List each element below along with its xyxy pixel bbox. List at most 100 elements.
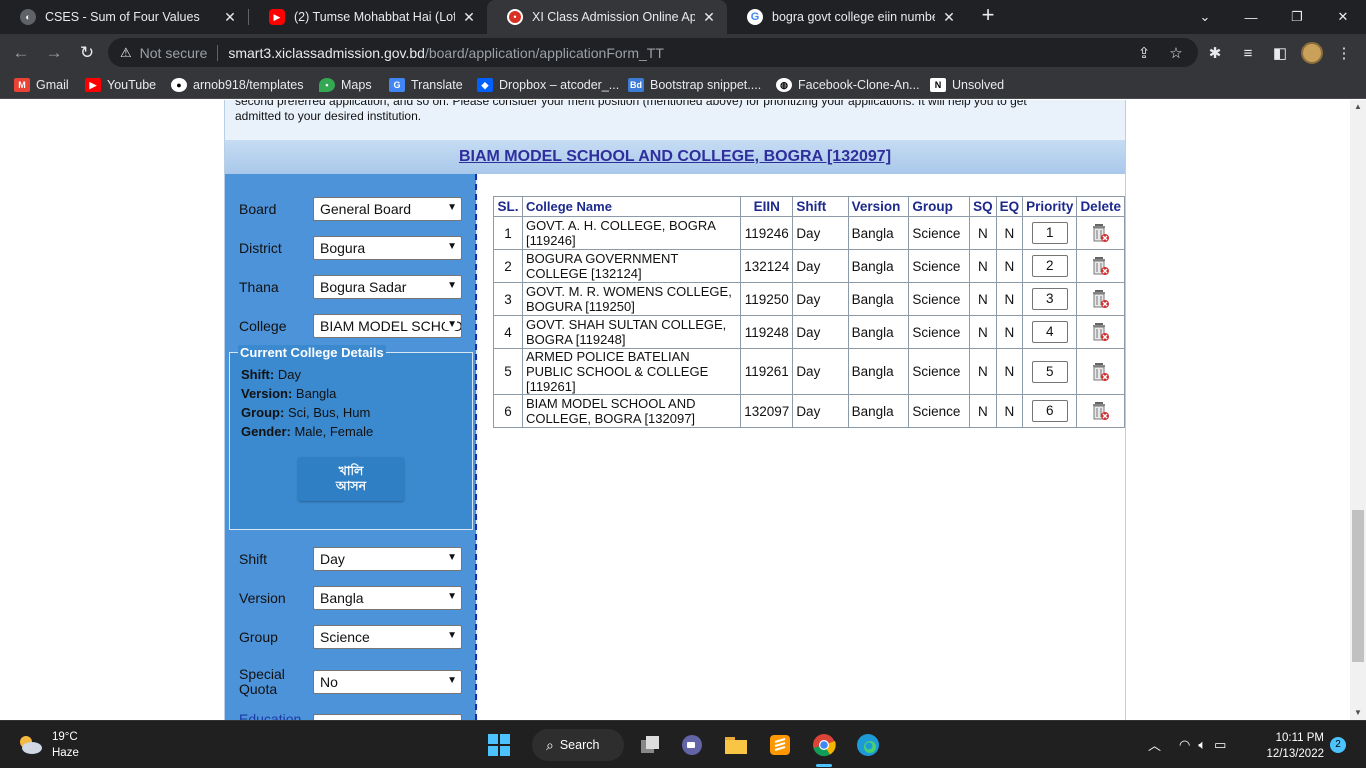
education-label: Education <box>239 710 302 720</box>
close-tab-icon[interactable]: ✕ <box>222 9 238 26</box>
bookmark-maps[interactable]: • Maps <box>319 76 372 94</box>
delete-trash-icon[interactable] <box>1092 223 1110 243</box>
thana-select[interactable]: Bogura Sadar ▼ <box>313 275 462 299</box>
weather-haze-icon <box>20 736 42 754</box>
chrome-logo-icon <box>813 734 836 757</box>
task-view-icon[interactable] <box>634 729 666 761</box>
college-value: BIAM MODEL SCHOOL <box>320 318 462 334</box>
version-select[interactable]: Bangla ▼ <box>313 586 462 610</box>
security-status[interactable]: Not secure <box>140 45 208 61</box>
close-window-icon[interactable]: ✕ <box>1320 0 1366 34</box>
tab-cses[interactable]: ◐ CSES - Sum of Four Values ✕ <box>0 0 248 34</box>
volume-icon[interactable]: 🔈︎ <box>1198 737 1206 753</box>
tab-search-chevron-icon[interactable]: ⌄ <box>1182 0 1228 34</box>
bookmark-translate[interactable]: G Translate <box>389 76 463 94</box>
bookmark-star-icon[interactable]: ☆ <box>1165 42 1187 64</box>
district-select[interactable]: Bogura ▼ <box>313 236 462 260</box>
back-icon[interactable]: ← <box>8 40 34 66</box>
windows-taskbar: 19°C Haze ⌕ Search ︿ ◠ 🔈︎ ▭ 10:11 PM 12/… <box>0 720 1366 768</box>
cell-shift: Day <box>792 315 849 349</box>
bookmark-label: Facebook-Clone-An... <box>798 78 920 92</box>
cell-sl: 1 <box>493 216 523 250</box>
priority-input[interactable]: 3 <box>1031 288 1068 310</box>
minimize-icon[interactable]: — <box>1228 0 1274 34</box>
new-tab-icon[interactable]: + <box>976 4 1000 28</box>
weather-widget[interactable]: 19°C Haze <box>16 729 79 761</box>
gmail-icon: M <box>14 78 30 92</box>
special-quota-select[interactable]: No ▼ <box>313 670 462 694</box>
chevron-up-icon[interactable]: ︿ <box>1148 735 1161 754</box>
edge-icon[interactable] <box>852 729 884 761</box>
scroll-down-icon[interactable]: ▼ <box>1350 706 1366 720</box>
cell-version: Bangla <box>847 315 910 349</box>
battery-icon[interactable]: ▭ <box>1214 737 1226 753</box>
table-row: 1 GOVT. A. H. COLLEGE, BOGRA [119246] 1192… <box>493 216 1125 250</box>
shift-select[interactable]: Day ▼ <box>313 547 462 571</box>
scrollbar-thumb[interactable] <box>1352 510 1364 662</box>
board-value: General Board <box>320 201 412 217</box>
group-select[interactable]: Science ▼ <box>313 625 462 649</box>
delete-trash-icon[interactable] <box>1092 322 1110 342</box>
page-scrollbar[interactable]: ▲ ▼ <box>1350 100 1366 720</box>
chat-icon[interactable] <box>676 729 708 761</box>
delete-trash-icon[interactable] <box>1092 401 1110 421</box>
special-quota-value: No <box>320 674 338 690</box>
college-select[interactable]: BIAM MODEL SCHOOL ▼ <box>313 314 462 338</box>
priority-input[interactable]: 2 <box>1031 255 1068 277</box>
cell-delete <box>1076 348 1125 395</box>
close-tab-icon[interactable]: ✕ <box>461 9 477 26</box>
selected-college-link[interactable]: BIAM MODEL SCHOOL AND COLLEGE, BOGRA [13… <box>459 148 891 166</box>
vacant-seat-button[interactable]: খালি আসন <box>298 457 404 501</box>
tab-google-search[interactable]: G bogra govt college eiin number - ✕ <box>727 0 967 34</box>
restore-icon[interactable]: ❐ <box>1274 0 1320 34</box>
profile-avatar[interactable] <box>1301 42 1323 64</box>
reload-icon[interactable]: ↻ <box>74 40 100 66</box>
bookmark-github[interactable]: ● arnob918/templates <box>171 76 304 94</box>
bookmark-unsolved[interactable]: N Unsolved <box>930 76 1004 94</box>
bookmark-dropbox[interactable]: ◆ Dropbox – atcoder_... <box>477 76 619 94</box>
table-body: 1 GOVT. A. H. COLLEGE, BOGRA [119246] 1192… <box>493 216 1125 428</box>
delete-trash-icon[interactable] <box>1092 289 1110 309</box>
start-icon[interactable] <box>483 729 515 761</box>
media-queue-icon[interactable]: ≡ <box>1237 42 1259 64</box>
close-tab-icon[interactable]: ✕ <box>701 9 717 26</box>
google-icon: G <box>747 9 763 25</box>
bookmark-bootstrap[interactable]: Bd Bootstrap snippet.... <box>628 76 761 94</box>
scroll-up-icon[interactable]: ▲ <box>1350 100 1366 114</box>
share-icon[interactable]: ⇪ <box>1133 42 1155 64</box>
address-bar[interactable]: ⚠ Not secure smart3.xiclassadmission.gov… <box>108 38 1198 67</box>
board-select[interactable]: General Board ▼ <box>313 197 462 221</box>
task-view-glyph-icon <box>641 736 659 753</box>
bookmark-youtube[interactable]: ▶ YouTube <box>85 76 156 94</box>
extensions-icon[interactable]: ✱ <box>1204 42 1226 64</box>
tab-youtube[interactable]: ▶ (2) Tumse Mohabbat Hai (Lofi) ft. ✕ <box>249 0 487 34</box>
cell-version: Bangla <box>847 282 910 316</box>
priority-input[interactable]: 4 <box>1031 321 1068 343</box>
bookmark-gmail[interactable]: M Gmail <box>14 76 69 94</box>
warning-icon[interactable]: ⚠ <box>120 45 132 61</box>
file-explorer-icon[interactable] <box>720 729 752 761</box>
tab-xiclass-admission[interactable]: • XI Class Admission Online Applic ✕ <box>487 0 727 34</box>
wifi-icon[interactable]: ◠ <box>1179 737 1190 753</box>
cell-college-name: GOVT. M. R. WOMENS COLLEGE, BOGURA [1192… <box>521 282 742 316</box>
notification-badge[interactable]: 2 <box>1330 737 1346 753</box>
taskbar-search[interactable]: ⌕ Search <box>532 729 624 761</box>
delete-trash-icon[interactable] <box>1092 362 1110 382</box>
system-clock[interactable]: 10:11 PM 12/13/2022 <box>1258 730 1324 762</box>
menu-kebab-icon[interactable]: ⋮ <box>1333 42 1355 64</box>
version-label: Version <box>239 589 286 606</box>
shift-row: Shift Day ▼ <box>239 546 469 572</box>
bookmark-facebook-clone[interactable]: ◍ Facebook-Clone-An... <box>776 76 920 94</box>
instruction-line: admitted to your desired institution. <box>235 109 422 123</box>
chrome-taskbar-icon[interactable] <box>808 729 840 767</box>
forward-icon[interactable]: → <box>41 40 67 66</box>
priority-input[interactable]: 1 <box>1031 222 1068 244</box>
side-panel-icon[interactable]: ◧ <box>1269 42 1291 64</box>
cell-sl: 5 <box>493 348 523 395</box>
priority-input[interactable]: 5 <box>1031 360 1068 383</box>
delete-trash-icon[interactable] <box>1092 256 1110 276</box>
panel-divider <box>475 174 477 720</box>
priority-input[interactable]: 6 <box>1031 400 1068 422</box>
close-tab-icon[interactable]: ✕ <box>941 9 957 26</box>
sublime-text-icon[interactable] <box>764 729 796 761</box>
